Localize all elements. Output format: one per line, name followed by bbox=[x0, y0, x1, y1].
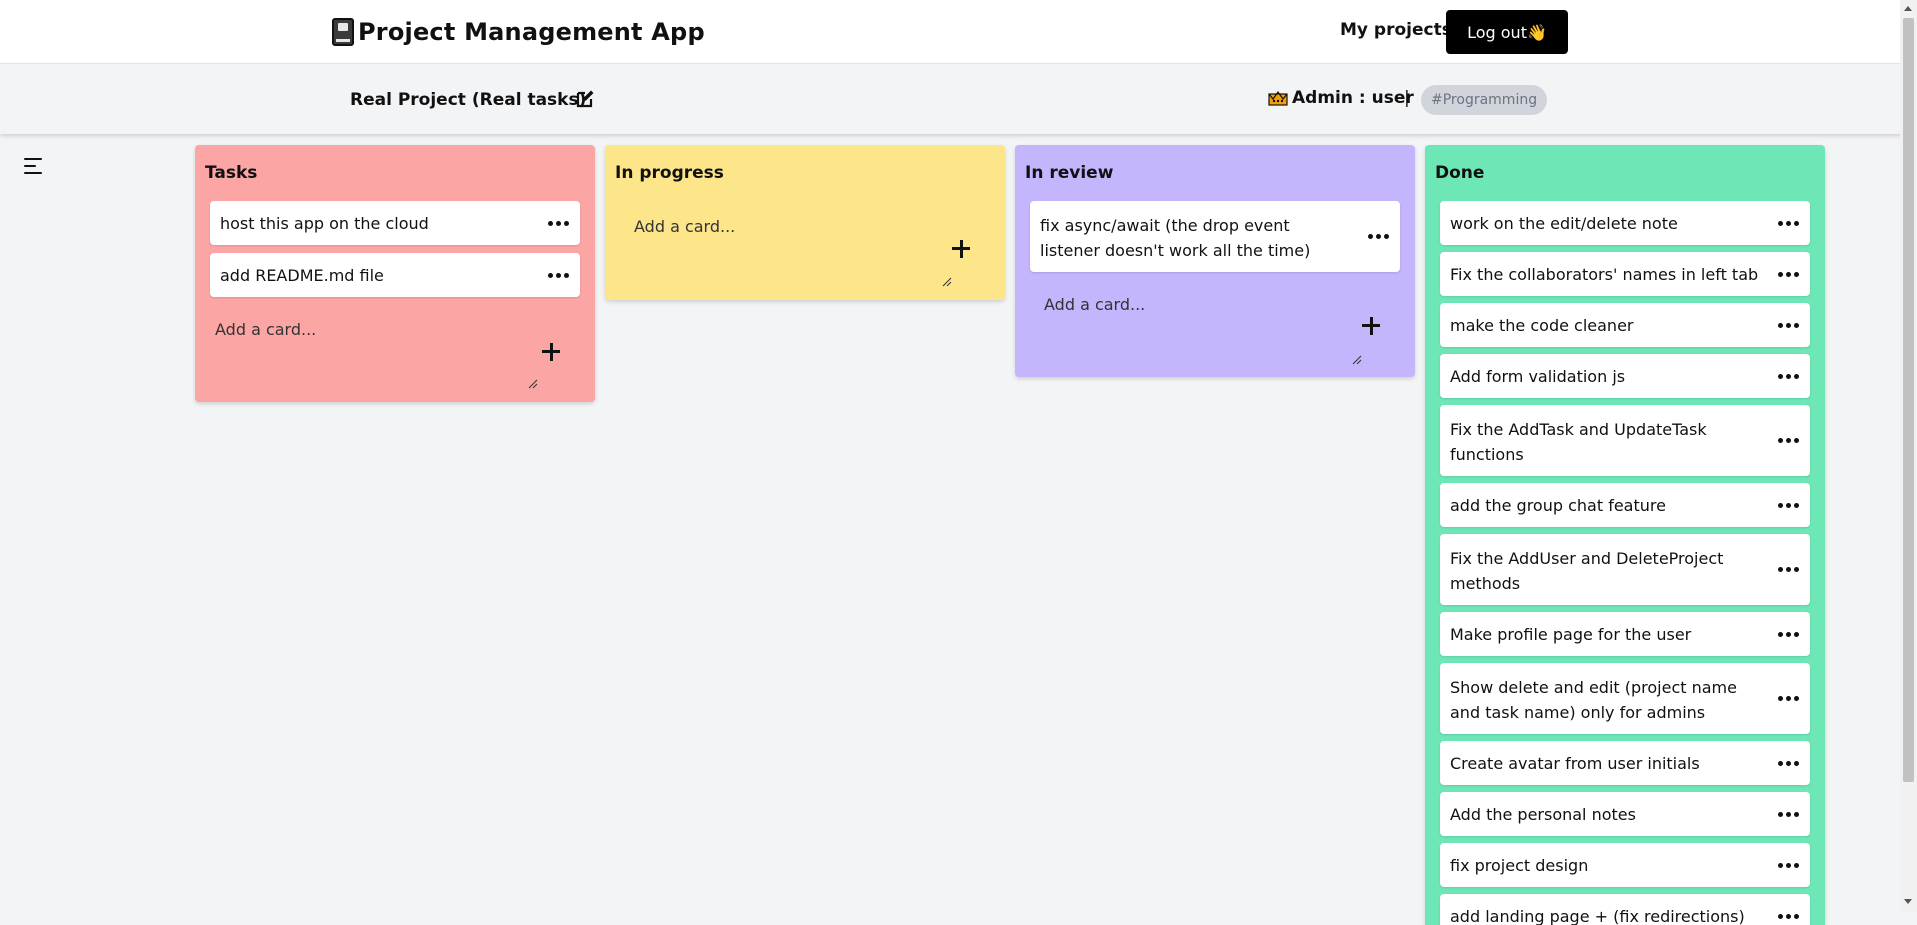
resize-grip-icon[interactable] bbox=[528, 379, 538, 389]
task-card[interactable]: work on the edit/delete note bbox=[1440, 201, 1810, 245]
dots-icon[interactable] bbox=[1778, 374, 1800, 380]
task-card-text: add the group chat feature bbox=[1450, 496, 1666, 515]
task-card-text: Fix the AddUser and DeleteProject method… bbox=[1450, 549, 1724, 593]
app-brand[interactable]: Project Management App bbox=[332, 14, 705, 50]
task-card[interactable]: add the group chat feature bbox=[1440, 483, 1810, 527]
dots-icon[interactable] bbox=[548, 221, 570, 227]
dots-icon[interactable] bbox=[1778, 632, 1800, 638]
column-title: In progress bbox=[615, 163, 724, 183]
project-tag-badge[interactable]: #Programming bbox=[1421, 85, 1548, 115]
task-card[interactable]: Add form validation js bbox=[1440, 354, 1810, 398]
menu-icon[interactable] bbox=[24, 158, 42, 174]
add-card-placeholder: Add a card... bbox=[215, 320, 317, 339]
scrollbar-thumb[interactable] bbox=[1903, 18, 1914, 782]
column-title: Tasks bbox=[205, 163, 258, 183]
task-card-text: Add the personal notes bbox=[1450, 805, 1636, 824]
column-in-review: In review fix async/await (the drop even… bbox=[1015, 145, 1415, 377]
task-card[interactable]: make the code cleaner bbox=[1440, 303, 1810, 347]
page-scrollbar[interactable] bbox=[1900, 0, 1917, 912]
task-card-text: make the code cleaner bbox=[1450, 316, 1634, 335]
resize-grip-icon[interactable] bbox=[942, 277, 952, 287]
scroll-down-arrow[interactable] bbox=[1904, 899, 1912, 904]
logout-button[interactable]: Log out👋 bbox=[1446, 10, 1568, 54]
crown-icon bbox=[1268, 90, 1288, 106]
task-card[interactable]: host this app on the cloud bbox=[210, 201, 580, 245]
column-title: In review bbox=[1025, 163, 1114, 183]
add-card-textarea[interactable]: Add a card... bbox=[210, 312, 550, 394]
task-card-text: Make profile page for the user bbox=[1450, 625, 1692, 644]
task-card[interactable]: Show delete and edit (project name and t… bbox=[1440, 663, 1810, 734]
column-done: Done work on the edit/delete note Fix th… bbox=[1425, 145, 1825, 925]
edit-icon[interactable] bbox=[575, 89, 595, 109]
admin-indicator: Admin : user bbox=[1268, 88, 1414, 108]
dots-icon[interactable] bbox=[1368, 234, 1390, 240]
dots-icon[interactable] bbox=[548, 273, 570, 279]
plus-icon[interactable] bbox=[1362, 317, 1380, 335]
task-card-text: fix async/await (the drop event listener… bbox=[1040, 216, 1311, 260]
dots-icon[interactable] bbox=[1778, 221, 1800, 227]
dots-icon[interactable] bbox=[1778, 812, 1800, 818]
task-card-text: work on the edit/delete note bbox=[1450, 214, 1678, 233]
task-card-text: fix project design bbox=[1450, 856, 1589, 875]
dots-icon[interactable] bbox=[1778, 761, 1800, 767]
resize-grip-icon[interactable] bbox=[1352, 355, 1362, 365]
column-in-progress: In progress Add a card... bbox=[605, 145, 1005, 300]
dots-icon[interactable] bbox=[1778, 914, 1800, 920]
task-card-text: Fix the AddTask and UpdateTask functions bbox=[1450, 420, 1707, 464]
add-card-textarea[interactable]: Add a card... bbox=[620, 209, 960, 291]
plus-icon[interactable] bbox=[542, 343, 560, 361]
add-card-placeholder: Add a card... bbox=[634, 217, 736, 236]
task-card[interactable]: add landing page + (fix redirections) bbox=[1440, 894, 1810, 925]
task-card[interactable]: Create avatar from user initials bbox=[1440, 741, 1810, 785]
header-separator: | bbox=[1404, 88, 1410, 108]
task-card-text: host this app on the cloud bbox=[220, 214, 429, 233]
my-projects-link[interactable]: My projects bbox=[1340, 20, 1452, 40]
top-navbar: Project Management App My projects Log o… bbox=[0, 0, 1917, 64]
app-title: Project Management App bbox=[358, 18, 705, 46]
task-card[interactable]: fix async/await (the drop event listener… bbox=[1030, 201, 1400, 272]
dots-icon[interactable] bbox=[1778, 438, 1800, 444]
project-header: Real Project (Real tasks) Admin : user |… bbox=[0, 64, 1917, 134]
admin-label: Admin : user bbox=[1292, 88, 1414, 108]
task-card[interactable]: fix project design bbox=[1440, 843, 1810, 887]
task-card[interactable]: add README.md file bbox=[210, 253, 580, 297]
task-card-text: add landing page + (fix redirections) bbox=[1450, 907, 1745, 925]
add-card-placeholder: Add a card... bbox=[1044, 295, 1146, 314]
task-card[interactable]: Make profile page for the user bbox=[1440, 612, 1810, 656]
task-card[interactable]: Fix the AddTask and UpdateTask functions bbox=[1440, 405, 1810, 476]
dots-icon[interactable] bbox=[1778, 567, 1800, 573]
project-title: Real Project (Real tasks) bbox=[350, 90, 587, 110]
plus-icon[interactable] bbox=[952, 240, 970, 258]
task-card-text: Create avatar from user initials bbox=[1450, 754, 1700, 773]
dots-icon[interactable] bbox=[1778, 503, 1800, 509]
column-tasks: Tasks host this app on the cloud add REA… bbox=[195, 145, 595, 402]
dots-icon[interactable] bbox=[1778, 323, 1800, 329]
scroll-up-arrow[interactable] bbox=[1904, 6, 1912, 11]
task-card-text: Show delete and edit (project name and t… bbox=[1450, 678, 1737, 722]
task-card[interactable]: Fix the collaborators' names in left tab bbox=[1440, 252, 1810, 296]
task-card-text: Fix the collaborators' names in left tab bbox=[1450, 265, 1759, 284]
book-icon bbox=[332, 18, 354, 46]
dots-icon[interactable] bbox=[1778, 272, 1800, 278]
dots-icon[interactable] bbox=[1778, 863, 1800, 869]
dots-icon[interactable] bbox=[1778, 696, 1800, 702]
column-title: Done bbox=[1435, 163, 1485, 183]
task-card[interactable]: Add the personal notes bbox=[1440, 792, 1810, 836]
task-card-text: Add form validation js bbox=[1450, 367, 1626, 386]
task-card[interactable]: Fix the AddUser and DeleteProject method… bbox=[1440, 534, 1810, 605]
add-card-textarea[interactable]: Add a card... bbox=[1030, 287, 1370, 369]
task-card-text: add README.md file bbox=[220, 266, 384, 285]
